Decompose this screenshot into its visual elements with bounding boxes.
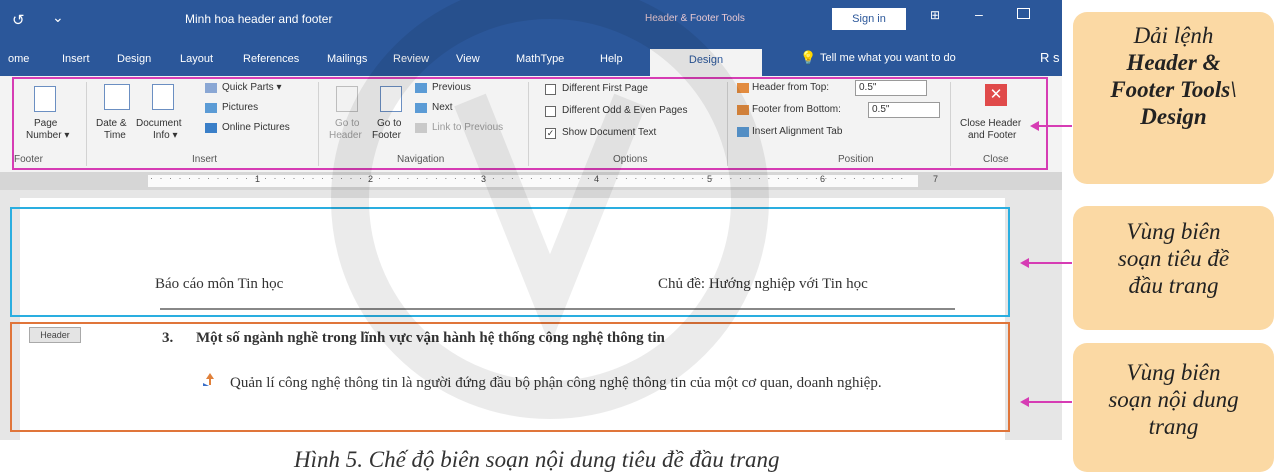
document-title: Minh hoa header and footer [185,12,333,26]
ruler-number: 2 [368,174,374,184]
tab-insert[interactable]: Insert [62,53,90,65]
callout-header-line: Vùng biên [1126,219,1221,244]
arrow-ribbon [1030,121,1072,131]
callout-content-line: soạn nội dung [1108,387,1239,412]
minimize-icon[interactable]: – [975,6,983,22]
callout-content-line: Vùng biên [1126,360,1221,385]
ruler-number: 5 [707,174,713,184]
sign-in-button[interactable]: Sign in [832,8,906,30]
header-tag-badge: Header [29,327,81,343]
page-side-margin [1005,198,1062,440]
ruler-ticks: · · · · · · · · · · · · · · · · · · · · … [150,173,910,183]
tab-view[interactable]: View [456,53,480,65]
tab-review[interactable]: Review [393,53,429,65]
ruler-number: 1 [255,174,261,184]
header-right-text[interactable]: Chủ đề: Hướng nghiệp với Tin học [658,276,868,293]
callout-ribbon: Dải lệnh Header & Footer Tools\ Design [1073,12,1274,184]
callout-header-area: Vùng biên soạn tiêu đề đầu trang [1073,206,1274,330]
tab-help[interactable]: Help [600,53,623,65]
bullet-arrow-icon [203,373,214,386]
tab-references[interactable]: References [243,53,299,65]
callout-ribbon-line: Dải lệnh [1133,23,1214,48]
header-left-text[interactable]: Báo cáo môn Tin học [155,276,283,293]
arrow-header-area [1020,258,1072,268]
header-underline [160,308,955,310]
ruler-number: 4 [594,174,600,184]
lightbulb-icon: 💡 [800,50,817,65]
callout-ribbon-line: Design [1140,104,1207,129]
tab-layout[interactable]: Layout [180,53,213,65]
tab-mailings[interactable]: Mailings [327,53,367,65]
ribbon-tabs: ome Insert Design Layout References Mail… [0,42,1062,76]
header-edit-zone[interactable] [10,207,1010,317]
context-tools-title: Header & Footer Tools [645,13,745,24]
ribbon-highlight-outline [12,77,1048,170]
title-bar: ↺ ⌄ Minh hoa header and footer Header & … [0,0,1062,42]
ruler-number: 6 [820,174,826,184]
ruler-number: 3 [481,174,487,184]
quick-access-more-icon[interactable]: ⌄ [52,9,64,26]
undo-icon[interactable]: ↺ [12,11,25,29]
tab-header-footer-design[interactable]: Design [650,49,762,76]
tell-me-box[interactable]: Tell me what you want to do [820,52,956,64]
figure-caption: Hình 5. Chế độ biên soạn nội dung tiêu đ… [294,447,780,472]
callout-header-line: soạn tiêu đề [1117,246,1230,271]
callout-header-line: đầu trang [1128,273,1219,298]
callout-ribbon-line: Header & [1126,50,1221,75]
tab-home[interactable]: ome [8,53,29,65]
callout-content-area: Vùng biên soạn nội dung trang [1073,343,1274,472]
maximize-icon[interactable] [1017,8,1030,19]
callout-ribbon-line: Footer Tools\ [1110,77,1237,102]
section-number: 3. [162,330,174,346]
section-title: Một số ngành nghề trong lĩnh vực vận hàn… [196,330,665,346]
callout-content-line: trang [1148,414,1199,439]
ribbon-display-icon[interactable]: ⊞ [930,8,940,22]
ruler-number: 7 [933,174,939,184]
arrow-content-area [1020,397,1072,407]
tab-design[interactable]: Design [117,53,151,65]
bullet-paragraph: Quản lí công nghệ thông tin là người đứn… [230,375,882,391]
share-icon[interactable]: R s [1040,50,1060,65]
tab-mathtype[interactable]: MathType [516,53,564,65]
horizontal-ruler[interactable]: · · · · · · · · · · · · · · · · · · · · … [0,172,1062,190]
